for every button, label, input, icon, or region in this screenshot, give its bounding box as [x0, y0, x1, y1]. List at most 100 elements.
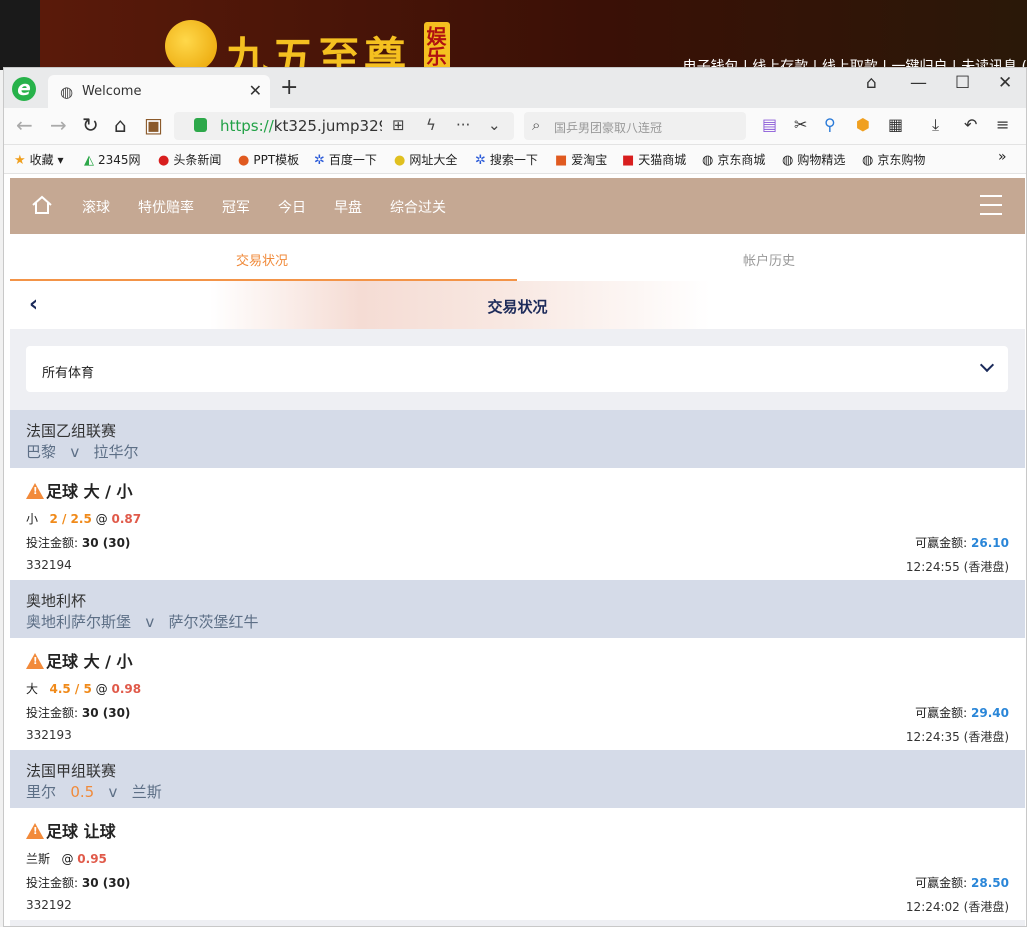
globe-icon: ◍ — [702, 153, 714, 168]
maximize-button[interactable]: ☐ — [955, 73, 970, 93]
potential-win: 可赢金额: 28.50 — [915, 876, 1009, 890]
sub-tabs: 交易状况 帐户历史 — [10, 234, 1025, 281]
web-page: 滚球 特优赔率 冠军 今日 早盘 综合过关 交易状况 帐户历史 ‹ 交易状况 所… — [10, 178, 1025, 926]
potential-win: 可赢金额: 29.40 — [915, 706, 1009, 720]
title-bar: e ◍ Welcome ✕ + ⌂ — ☐ ✕ — [4, 68, 1026, 108]
search-box[interactable]: ⌕ 国乒男团豪取八连冠 — [524, 112, 746, 140]
star-icon: ★ — [14, 153, 26, 168]
back-arrow-icon[interactable]: ← — [16, 114, 33, 136]
stake-amount: 投注金额: 30 (30) — [26, 706, 131, 720]
minimize-button[interactable]: — — [910, 73, 927, 93]
more-dots-icon[interactable]: ··· — [456, 116, 470, 134]
bookmark-item[interactable]: ◍ 京东购物 — [862, 151, 925, 168]
globe-icon: ◍ — [862, 153, 874, 168]
new-tab-button[interactable]: + — [280, 75, 298, 100]
nav-item-special-odds[interactable]: 特优赔率 — [138, 197, 194, 217]
league-name: 奥地利杯 — [26, 592, 87, 610]
stake-amount: 投注金额: 30 (30) — [26, 876, 131, 890]
chevron-down-icon[interactable]: ⌄ — [488, 116, 501, 134]
warning-icon — [26, 653, 44, 669]
top-navigation: 滚球 特优赔率 冠军 今日 早盘 综合过关 — [10, 178, 1025, 234]
tab-close-icon[interactable]: ✕ — [249, 81, 262, 100]
bookmarks-more-button[interactable]: » — [998, 149, 1007, 165]
bet-selection: 小 2 / 2.5 @ 0.87 — [26, 512, 142, 526]
briefcase-icon[interactable]: ▣ — [144, 114, 163, 136]
bookmark-item[interactable]: ● 网址大全 — [394, 151, 457, 168]
bet-time: 12:24:55 (香港盘) — [905, 560, 1009, 574]
site-icon: ■ — [555, 153, 568, 168]
background-site: 九五至尊 娱乐 电子钱包 | 线上存款 | 线上取款 | 一键归户 | 未读讯息… — [0, 0, 1027, 70]
bookmark-item[interactable]: ✲ 搜索一下 — [475, 151, 538, 168]
bet-details: 足球 让球 兰斯 @ 0.95 投注金额: 30 (30) 可赢金额: 28.5… — [10, 808, 1025, 920]
browser-tab[interactable]: ◍ Welcome ✕ — [48, 75, 270, 108]
bookmark-item[interactable]: ◍ 购物精选 — [782, 151, 845, 168]
undo-icon[interactable]: ↶ — [964, 115, 977, 134]
menu-icon[interactable]: ≡ — [996, 115, 1009, 134]
match-teams: 奥地利萨尔斯堡 v 萨尔茨堡红牛 — [26, 613, 259, 631]
secure-lock-icon — [194, 118, 207, 132]
bookmark-item[interactable]: ● PPT模板 — [238, 151, 299, 168]
translate-icon[interactable]: ⊞ — [392, 116, 405, 134]
nav-item-early[interactable]: 早盘 — [334, 197, 362, 217]
shield-icon[interactable]: ⬢ — [856, 115, 870, 134]
sport-filter-value: 所有体育 — [42, 366, 95, 381]
warning-icon — [26, 483, 44, 499]
sport-filter-select[interactable]: 所有体育 — [26, 346, 1008, 392]
bet-match-header: 法国乙组联赛 巴黎 v 拉华尔 — [10, 410, 1025, 468]
tab-title: Welcome — [82, 84, 142, 99]
home-icon[interactable] — [31, 195, 53, 215]
magnifier-icon[interactable]: ⚲ — [824, 115, 836, 134]
bet-type: 足球 大 / 小 — [26, 648, 133, 672]
stake-amount: 投注金额: 30 (30) — [26, 536, 131, 550]
bet-time: 12:24:02 (香港盘) — [905, 900, 1009, 914]
hamburger-menu-icon[interactable] — [980, 195, 1002, 215]
skin-icon[interactable]: ⌂ — [866, 73, 877, 93]
bookmark-item[interactable]: ● 头条新闻 — [158, 151, 221, 168]
site-icon: ● — [238, 153, 250, 168]
site-title: 九五至尊 — [226, 33, 411, 70]
forward-arrow-icon[interactable]: → — [50, 114, 67, 136]
globe-icon: ◍ — [60, 83, 74, 101]
search-icon: ⌕ — [532, 116, 541, 134]
bookmark-item[interactable]: ✲ 百度一下 — [314, 151, 377, 168]
bookmark-favorites[interactable]: ★ 收藏 ▾ — [14, 151, 64, 168]
site-badge: 娱乐 — [423, 22, 450, 70]
potential-win: 可赢金额: 26.10 — [915, 536, 1009, 550]
bet-match-header: 奥地利杯 奥地利萨尔斯堡 v 萨尔茨堡红牛 — [10, 580, 1025, 638]
bet-type: 足球 让球 — [26, 818, 116, 842]
site-icon: ■ — [622, 153, 635, 168]
close-window-button[interactable]: ✕ — [998, 73, 1012, 93]
site-icon: ● — [394, 153, 406, 168]
league-name: 法国乙组联赛 — [26, 422, 117, 440]
bookmark-item[interactable]: ◭ 2345网 — [84, 151, 141, 168]
paw-icon: ✲ — [314, 153, 325, 168]
bet-time: 12:24:35 (香港盘) — [905, 730, 1009, 744]
nav-item-parlay[interactable]: 综合过关 — [390, 197, 446, 217]
league-name: 法国甲组联赛 — [26, 762, 117, 780]
page-header: ‹ 交易状况 — [10, 281, 1025, 329]
tab-account-history[interactable]: 帐户历史 — [743, 250, 795, 269]
bet-selection: 大 4.5 / 5 @ 0.98 — [26, 682, 142, 696]
refresh-icon[interactable]: ↻ — [82, 114, 99, 136]
tab-transaction-status[interactable]: 交易状况 — [236, 250, 288, 269]
bookmark-item[interactable]: ■ 爱淘宝 — [555, 151, 607, 168]
bet-id: 332192 — [26, 898, 72, 912]
nav-item-outright[interactable]: 冠军 — [222, 197, 250, 217]
apps-grid-icon[interactable]: ▦ — [888, 115, 903, 134]
nav-item-today[interactable]: 今日 — [278, 197, 306, 217]
bookmark-item[interactable]: ■ 天猫商城 — [622, 151, 686, 168]
bet-id: 332194 — [26, 558, 72, 572]
download-icon[interactable]: ⤓ — [932, 115, 939, 135]
home-icon[interactable]: ⌂ — [114, 114, 127, 136]
bookmarks-bar: ★ 收藏 ▾ ◭ 2345网 ● 头条新闻 ● PPT模板 ✲ 百度一下 ● 网址大全 ✲ 搜… — [4, 145, 1026, 174]
nav-item-live[interactable]: 滚球 — [82, 197, 110, 217]
address-bar[interactable]: https://kt325.jump32978 ⊞ ϟ ··· ⌄ — [174, 112, 514, 140]
search-placeholder: 国乒男团豪取八连冠 — [554, 121, 663, 135]
lightning-icon[interactable]: ϟ — [426, 116, 436, 134]
bet-match-header: 法国甲组联赛 里尔 0.5 v 兰斯 — [10, 750, 1025, 808]
scissors-icon[interactable]: ✂ — [794, 115, 807, 134]
translate-tool-icon[interactable]: ▤ — [762, 115, 777, 134]
browser-logo-icon: e — [12, 77, 36, 101]
bet-selection: 兰斯 @ 0.95 — [26, 852, 107, 866]
bookmark-item[interactable]: ◍ 京东商城 — [702, 151, 765, 168]
